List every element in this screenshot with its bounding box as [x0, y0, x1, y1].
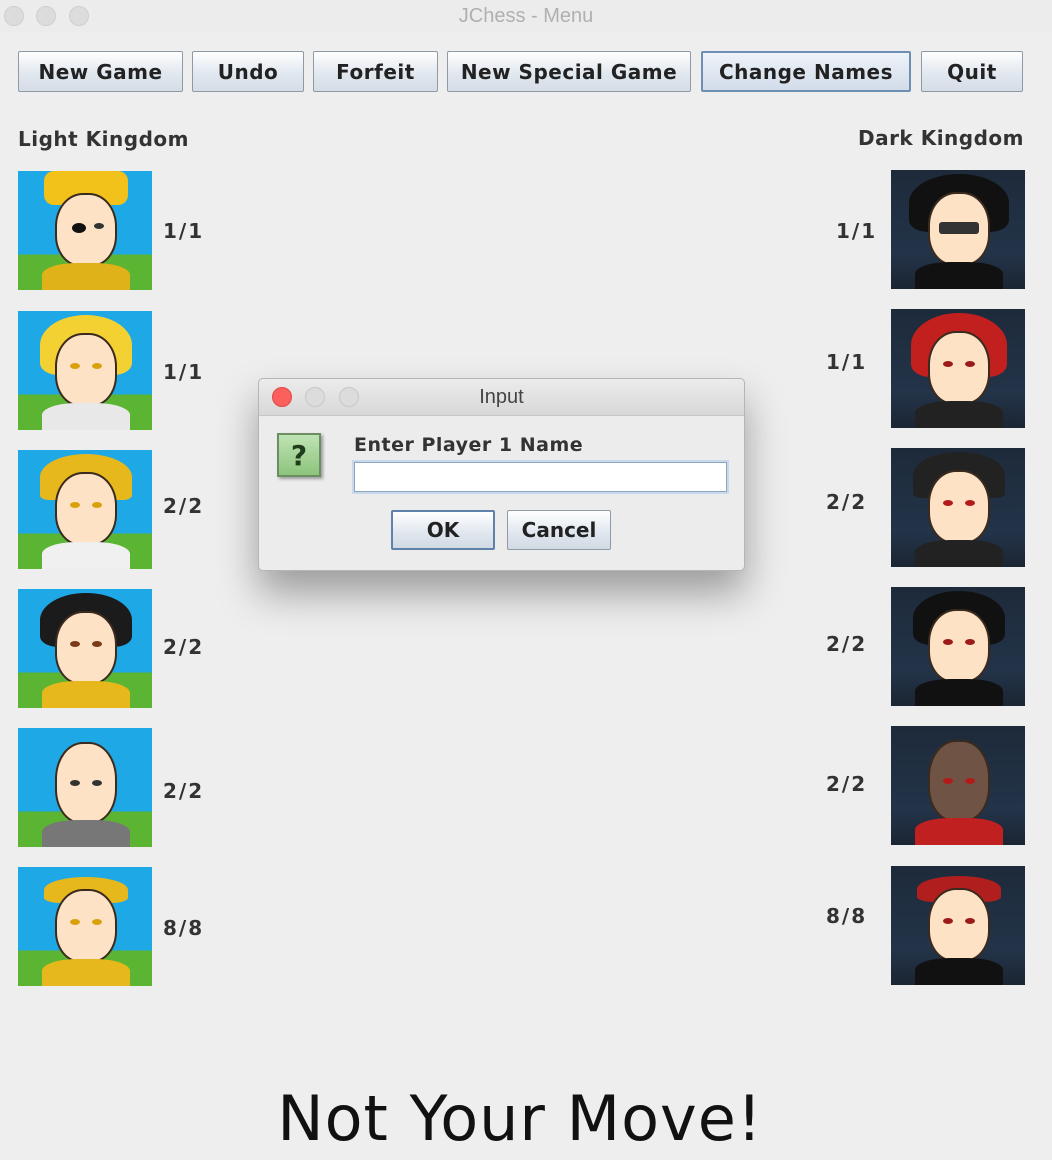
ok-button[interactable]: OK [391, 510, 495, 550]
light-kingdom-title: Light Kingdom [18, 127, 189, 151]
change-names-button[interactable]: Change Names [701, 51, 911, 92]
window-titlebar: JChess - Menu [0, 0, 1052, 32]
light-king-portrait [18, 171, 152, 290]
turn-status-message: Not Your Move! [277, 1082, 763, 1155]
forfeit-button[interactable]: Forfeit [313, 51, 438, 92]
dark-queen-portrait [891, 309, 1025, 428]
dark-rook-count: 2/2 [826, 490, 868, 514]
dark-knight-count: 2/2 [826, 632, 868, 656]
dialog-titlebar: Input [259, 379, 744, 416]
dark-queen-count: 1/1 [826, 350, 868, 374]
dark-rook-portrait [891, 448, 1025, 567]
player-name-input[interactable] [354, 462, 727, 492]
new-special-game-button[interactable]: New Special Game [447, 51, 691, 92]
dark-knight-portrait [891, 587, 1025, 706]
light-queen-count: 1/1 [163, 360, 205, 384]
dialog-title: Input [479, 386, 524, 408]
dark-king-portrait [891, 170, 1025, 289]
light-bishop-portrait [18, 728, 152, 847]
dark-bishop-portrait [891, 726, 1025, 845]
dark-pawn-portrait [891, 866, 1025, 985]
light-knight-count: 2/2 [163, 635, 205, 659]
light-pawn-portrait [18, 867, 152, 986]
light-king-count: 1/1 [163, 219, 205, 243]
window-title: JChess - Menu [458, 5, 594, 27]
light-rook-portrait [18, 450, 152, 569]
input-dialog: Input ? Enter Player 1 Name OK Cancel [258, 378, 745, 571]
undo-button[interactable]: Undo [192, 51, 304, 92]
light-pawn-count: 8/8 [163, 916, 205, 940]
light-rook-count: 2/2 [163, 494, 205, 518]
dark-bishop-count: 2/2 [826, 772, 868, 796]
light-bishop-count: 2/2 [163, 779, 205, 803]
player-name-prompt: Enter Player 1 Name [354, 434, 584, 456]
dark-pawn-count: 8/8 [826, 904, 868, 928]
new-game-button[interactable]: New Game [18, 51, 183, 92]
question-icon: ? [277, 433, 321, 477]
dark-king-count: 1/1 [836, 219, 878, 243]
light-knight-portrait [18, 589, 152, 708]
quit-button[interactable]: Quit [921, 51, 1023, 92]
dark-kingdom-title: Dark Kingdom [857, 126, 1024, 150]
light-queen-portrait [18, 311, 152, 430]
cancel-button[interactable]: Cancel [507, 510, 611, 550]
